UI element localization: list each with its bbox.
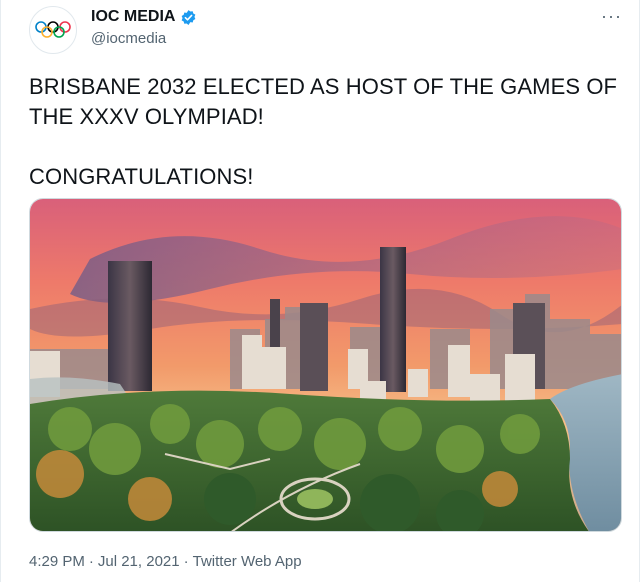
account-name-row: IOC MEDIA: [91, 8, 197, 26]
verified-badge-icon: [182, 9, 196, 25]
brisbane-skyline-photo: [30, 199, 621, 531]
tweet-meta: 4:29 PM · Jul 21, 2021 · Twitter Web App: [29, 553, 302, 570]
more-options-icon[interactable]: ···: [601, 6, 622, 27]
meta-separator: ·: [183, 553, 189, 570]
olympic-rings-icon: [35, 21, 71, 38]
tweet-photo[interactable]: [29, 198, 622, 532]
account-name[interactable]: IOC MEDIA: [91, 8, 175, 26]
avatar[interactable]: [29, 6, 77, 54]
tweet-source-app[interactable]: Twitter Web App: [193, 553, 302, 570]
tweet-card: IOC MEDIA @iocmedia ··· BRISBANE 2032 EL…: [0, 0, 640, 582]
tweet-date[interactable]: Jul 21, 2021: [98, 553, 180, 570]
meta-separator: ·: [88, 553, 94, 570]
tweet-text: BRISBANE 2032 ELECTED AS HOST OF THE GAM…: [29, 74, 618, 189]
account-handle[interactable]: @iocmedia: [91, 30, 166, 47]
tweet-time[interactable]: 4:29 PM: [29, 553, 85, 570]
